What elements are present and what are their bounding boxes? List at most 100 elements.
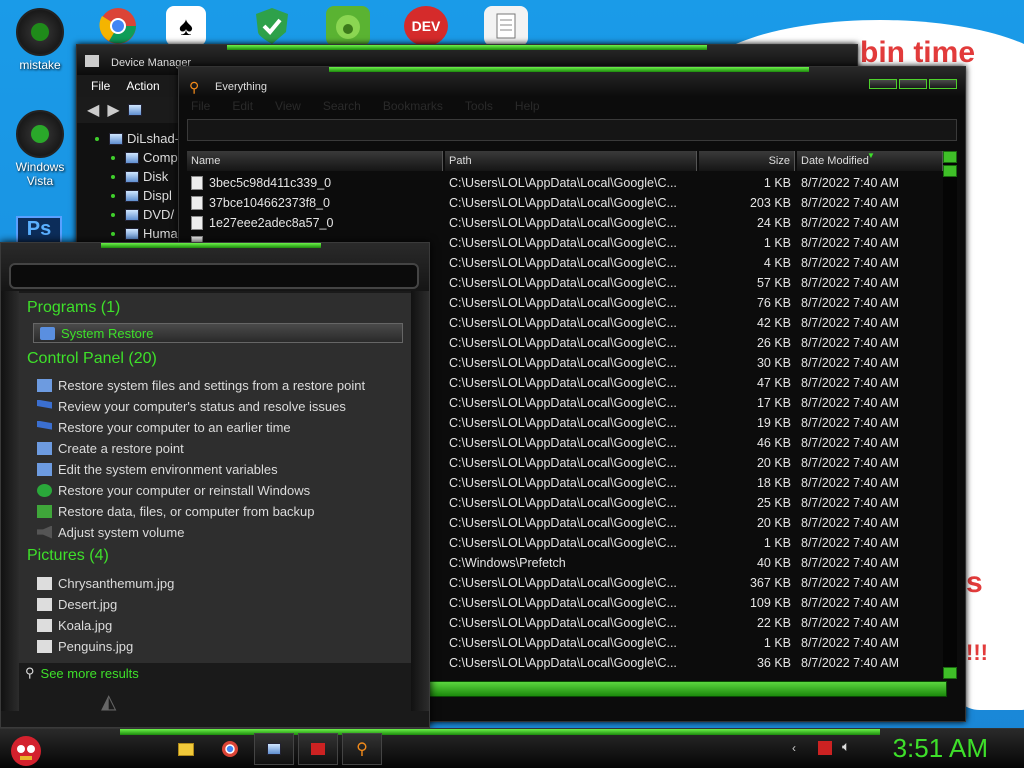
- start-search-input[interactable]: [9, 263, 419, 289]
- result-picture[interactable]: Penguins.jpg: [37, 636, 133, 656]
- solitaire-icon[interactable]: ♠: [166, 6, 206, 46]
- app-icon: [16, 8, 64, 56]
- file-row[interactable]: 1e27eee2adec8a57_0 C:\Users\LOL\AppData\L…: [185, 213, 941, 233]
- file-size: 46 KB: [756, 436, 791, 450]
- file-date-modified: 8/7/2022 7:40 AM: [801, 416, 899, 430]
- properties-icon[interactable]: [127, 104, 142, 116]
- file-date-modified: 8/7/2022 7:40 AM: [801, 356, 899, 370]
- menu-help[interactable]: Help: [515, 99, 540, 115]
- maximize-button[interactable]: [899, 79, 927, 89]
- file-date-modified: 8/7/2022 7:40 AM: [801, 576, 899, 590]
- file-date-modified: 8/7/2022 7:40 AM: [801, 316, 899, 330]
- file-path: C:\Users\LOL\AppData\Local\Google\C...: [449, 316, 677, 330]
- menu-view[interactable]: View: [275, 99, 301, 115]
- vertical-scrollbar[interactable]: [943, 151, 957, 679]
- file-size: 47 KB: [756, 376, 791, 390]
- file-path: C:\Users\LOL\AppData\Local\Google\C...: [449, 416, 677, 430]
- chrome-icon: [222, 741, 238, 757]
- show-hidden-icons-icon[interactable]: ‹: [792, 741, 806, 755]
- explorer-taskbar-button[interactable]: [166, 733, 206, 765]
- horizontal-scrollbar[interactable]: [429, 681, 947, 697]
- file-size: 24 KB: [756, 216, 791, 230]
- file-size: 1 KB: [763, 236, 791, 250]
- start-menu: Programs (1) System Restore Control Pane…: [0, 242, 430, 728]
- file-size: 19 KB: [756, 416, 791, 430]
- menu-file[interactable]: File: [91, 79, 110, 93]
- result-control-panel[interactable]: Adjust system volume: [37, 522, 184, 542]
- menu-tools[interactable]: Tools: [465, 99, 493, 115]
- category-control-panel[interactable]: Control Panel (20): [27, 350, 157, 368]
- file-size: 367 KB: [749, 576, 791, 590]
- column-size[interactable]: Size: [699, 151, 795, 171]
- result-control-panel[interactable]: Review your computer's status and resolv…: [37, 396, 346, 416]
- close-button[interactable]: [929, 79, 957, 89]
- result-control-panel[interactable]: Restore system files and settings from a…: [37, 375, 365, 395]
- task-manager-taskbar-button[interactable]: [298, 733, 338, 765]
- menu-bookmarks[interactable]: Bookmarks: [383, 99, 443, 115]
- file-date-modified: 8/7/2022 7:40 AM: [801, 436, 899, 450]
- side-panel: [411, 291, 429, 711]
- computer-icon: [109, 132, 123, 145]
- file-name: 1e27eee2adec8a57_0: [209, 216, 334, 230]
- file-date-modified: 8/7/2022 7:40 AM: [801, 256, 899, 270]
- image-file-icon: [37, 576, 52, 590]
- category-programs[interactable]: Programs (1): [27, 299, 120, 317]
- document-icon[interactable]: [484, 6, 528, 46]
- minimize-button[interactable]: [869, 79, 897, 89]
- column-name[interactable]: Name: [187, 151, 443, 171]
- recovery-icon: [37, 483, 52, 497]
- result-control-panel[interactable]: Restore your computer or reinstall Windo…: [37, 480, 310, 500]
- result-picture[interactable]: Koala.jpg: [37, 615, 112, 635]
- menu-edit[interactable]: Edit: [232, 99, 253, 115]
- desktop-icon-label: mistake: [19, 58, 61, 72]
- volume-icon: [37, 525, 52, 539]
- file-name: 3bec5c98d411c339_0: [209, 176, 332, 190]
- see-more-results-link[interactable]: ⚲ See more results: [25, 665, 139, 681]
- security-shield-icon[interactable]: [250, 6, 294, 46]
- file-row[interactable]: 37bce104662373f8_0 C:\Users\LOL\AppData\L…: [185, 193, 941, 213]
- scroll-thumb[interactable]: [943, 165, 957, 177]
- menu-file[interactable]: File: [191, 99, 210, 115]
- category-pictures[interactable]: Pictures (4): [27, 547, 109, 565]
- search-results: Programs (1) System Restore Control Pane…: [19, 293, 411, 663]
- scroll-down-button[interactable]: [943, 667, 957, 679]
- start-button[interactable]: [4, 729, 48, 768]
- chrome-taskbar-button[interactable]: [210, 733, 250, 765]
- desktop-icon-mistake[interactable]: mistake: [4, 8, 76, 72]
- desktop-icon-label: Windows Vista: [15, 160, 65, 188]
- file-path: C:\Users\LOL\AppData\Local\Google\C...: [449, 596, 677, 610]
- file-path: C:\Users\LOL\AppData\Local\Google\C...: [449, 396, 677, 410]
- forward-icon[interactable]: ▶: [107, 100, 119, 120]
- file-size: 17 KB: [756, 396, 791, 410]
- result-control-panel[interactable]: Restore data, files, or computer from ba…: [37, 501, 315, 521]
- clock[interactable]: 3:51 AM: [893, 733, 988, 764]
- device-manager-taskbar-button[interactable]: [254, 733, 294, 765]
- menu-action[interactable]: Action: [126, 79, 159, 93]
- desktop-icon-windows-vista[interactable]: Windows Vista: [4, 110, 76, 188]
- image-file-icon: [37, 618, 52, 632]
- scroll-up-button[interactable]: [943, 151, 957, 163]
- search-input[interactable]: [187, 119, 957, 141]
- file-row[interactable]: 3bec5c98d411c339_0 C:\Users\LOL\AppData\L…: [185, 173, 941, 193]
- chrome-icon[interactable]: [96, 6, 140, 46]
- result-control-panel[interactable]: Edit the system environment variables: [37, 459, 278, 479]
- result-control-panel[interactable]: Create a restore point: [37, 438, 184, 458]
- back-icon[interactable]: ◀: [87, 100, 99, 120]
- result-picture[interactable]: Desert.jpg: [37, 594, 117, 614]
- file-date-modified: 8/7/2022 7:40 AM: [801, 216, 899, 230]
- menu-search[interactable]: Search: [323, 99, 361, 115]
- file-date-modified: 8/7/2022 7:40 AM: [801, 376, 899, 390]
- title-bar[interactable]: ⚲ Everything: [179, 67, 965, 97]
- side-panel: [1, 291, 19, 711]
- result-control-panel[interactable]: Restore your computer to an earlier time: [37, 417, 291, 437]
- tray-app-icon[interactable]: [818, 741, 832, 755]
- result-system-restore[interactable]: System Restore: [33, 323, 403, 343]
- file-path: C:\Users\LOL\AppData\Local\Google\C...: [449, 256, 677, 270]
- result-picture[interactable]: Chrysanthemum.jpg: [37, 573, 174, 593]
- column-path[interactable]: Path: [445, 151, 697, 171]
- volume-icon[interactable]: 🔈︎: [842, 738, 856, 754]
- everything-taskbar-button[interactable]: ⚲: [342, 733, 382, 765]
- dev-cpp-icon[interactable]: DEV: [404, 6, 448, 46]
- start-menu-header: [1, 243, 429, 291]
- bad-piggies-icon[interactable]: [326, 6, 370, 46]
